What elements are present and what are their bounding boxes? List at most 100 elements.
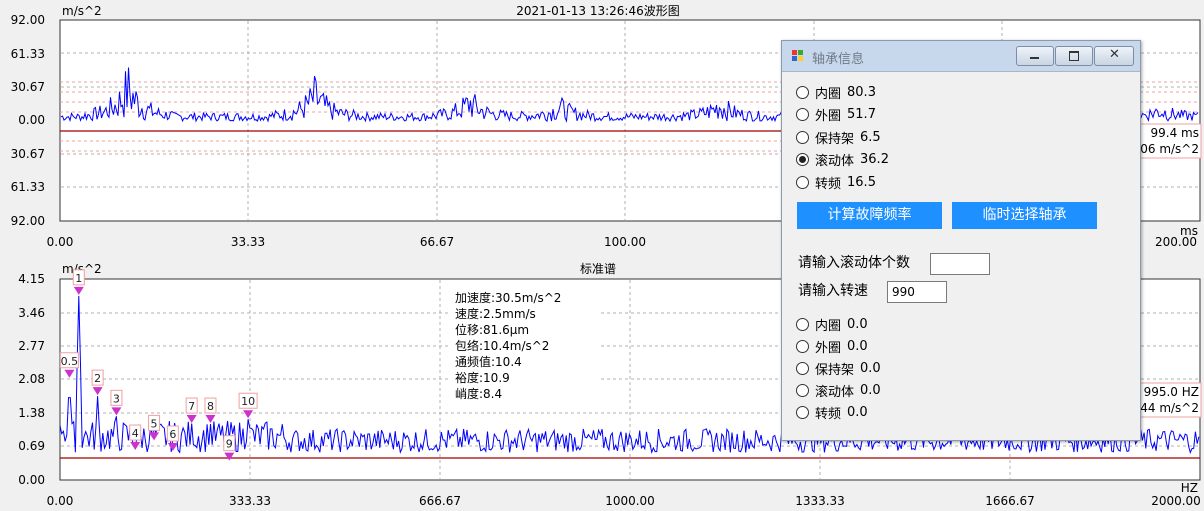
- waveform-y-unit: m/s^2: [62, 4, 102, 18]
- radio-label: 保持架: [815, 131, 855, 147]
- waveform-xtick-label: 100.00: [604, 235, 646, 249]
- harmonic-marker-label: 8: [207, 400, 214, 413]
- spectrum-cursor-value: 44 m/s^2: [1140, 401, 1199, 415]
- speed-input[interactable]: [887, 281, 947, 303]
- radio-rolling-element[interactable]: 滚动体 36.2: [796, 150, 889, 169]
- radio-label: 滚动体: [815, 384, 855, 400]
- calc-fault-freq-button[interactable]: 计算故障频率: [797, 202, 942, 229]
- waveform-xtick-label: 0.00: [47, 235, 74, 249]
- waveform-ytick-label: 0.00: [18, 113, 45, 127]
- dialog-title: 轴承信息: [812, 52, 865, 67]
- harmonic-marker-label: 1: [75, 272, 82, 285]
- temp-radio-rolling-element[interactable]: 滚动体 0.0: [796, 381, 881, 400]
- spectrum-ytick-label: 2.77: [18, 339, 45, 353]
- waveform-ytick-label: 61.33: [11, 180, 45, 194]
- temp-radio-inner-ring[interactable]: 内圈 0.0: [796, 315, 868, 334]
- minimize-icon: [1030, 57, 1039, 59]
- waveform-cursor-time: 99.4 ms: [1151, 126, 1199, 140]
- temp-radio-cage[interactable]: 保持架 0.0: [796, 359, 881, 378]
- radio-label: 转频: [815, 176, 842, 192]
- stat-displacement: 位移:81.6μm: [455, 322, 529, 337]
- maximize-icon: [1069, 51, 1079, 61]
- select-bearing-button[interactable]: 临时选择轴承: [952, 202, 1097, 229]
- app-icon: [792, 50, 804, 62]
- radio-circle[interactable]: [796, 175, 809, 189]
- radio-value: 16.5: [847, 174, 876, 190]
- maximize-button[interactable]: [1055, 46, 1093, 66]
- harmonic-marker-label: 9: [226, 438, 233, 451]
- spectrum-x-unit: HZ: [1181, 481, 1198, 495]
- waveform-xtick-label: 66.67: [420, 235, 454, 249]
- radio-value: 51.7: [847, 106, 876, 122]
- spectrum-ytick-label: 0.69: [18, 439, 45, 453]
- bearing-info-dialog[interactable]: 轴承信息 ✕ 内圈 80.3 外圈 51.7 保持架 6.5 滚动体 36.2 …: [781, 40, 1141, 441]
- radio-value: 0.0: [847, 338, 868, 354]
- rolling-count-input[interactable]: [930, 253, 990, 275]
- radio-label: 外圈: [815, 340, 842, 356]
- radio-circle[interactable]: [796, 130, 809, 144]
- radio-circle[interactable]: [796, 317, 809, 331]
- radio-value: 0.0: [860, 360, 881, 376]
- radio-label: 外圈: [815, 108, 842, 124]
- radio-value: 80.3: [847, 84, 876, 100]
- spectrum-cursor-readout: 995.0 HZ 44 m/s^2: [1138, 382, 1202, 418]
- radio-outer-ring[interactable]: 外圈 51.7: [796, 105, 876, 124]
- waveform-ytick-label: 92.00: [11, 214, 45, 228]
- radio-circle[interactable]: [796, 383, 809, 397]
- spectrum-ytick-label: 3.46: [18, 306, 45, 320]
- dialog-titlebar[interactable]: 轴承信息 ✕: [782, 41, 1140, 72]
- spectrum-ytick-label: 0.00: [18, 473, 45, 487]
- stat-margin: 裕度:10.9: [455, 370, 510, 385]
- waveform-xtick-label: 33.33: [231, 235, 265, 249]
- radio-circle[interactable]: [796, 361, 809, 375]
- radio-rotation-freq[interactable]: 转频 16.5: [796, 173, 876, 192]
- harmonic-marker-label: 2: [94, 372, 101, 385]
- close-button[interactable]: ✕: [1094, 46, 1134, 66]
- harmonic-marker-label: 0.5: [61, 355, 79, 368]
- waveform-cursor-readout: 99.4 ms 06 m/s^2: [1138, 123, 1202, 159]
- radio-label: 转频: [815, 406, 842, 422]
- harmonic-marker-label: 7: [188, 400, 195, 413]
- radio-cage[interactable]: 保持架 6.5: [796, 128, 881, 147]
- spectrum-ytick-label: 2.08: [18, 372, 45, 386]
- close-icon: ✕: [1109, 47, 1120, 62]
- spectrum-xtick-label: 1000.00: [605, 494, 655, 508]
- spectrum-stats-box: 加速度:30.5m/s^2 速度:2.5mm/s 位移:81.6μm 包络:10…: [451, 287, 599, 401]
- radio-circle[interactable]: [796, 85, 809, 99]
- harmonic-marker-label: 10: [241, 395, 255, 408]
- harmonic-marker-label: 3: [113, 392, 120, 405]
- radio-circle[interactable]: [796, 405, 809, 419]
- stat-acceleration: 加速度:30.5m/s^2: [455, 290, 561, 305]
- waveform-title: 2021-01-13 13:26:46波形图: [516, 4, 679, 18]
- radio-circle[interactable]: [796, 107, 809, 121]
- waveform-cursor-value: 06 m/s^2: [1140, 142, 1199, 156]
- spectrum-xtick-label: 1666.67: [985, 494, 1035, 508]
- spectrum-xtick-label: 0.00: [47, 494, 74, 508]
- harmonic-marker-label: 5: [151, 417, 158, 430]
- temp-radio-rotation-freq[interactable]: 转频 0.0: [796, 403, 868, 422]
- temp-radio-outer-ring[interactable]: 外圈 0.0: [796, 337, 868, 356]
- waveform-ytick-label: 61.33: [11, 47, 45, 61]
- stat-overall: 通频值:10.4: [455, 354, 522, 369]
- radio-value: 6.5: [860, 129, 881, 145]
- radio-label: 滚动体: [815, 153, 855, 169]
- radio-circle[interactable]: [796, 339, 809, 353]
- radio-value: 0.0: [847, 404, 868, 420]
- radio-value: 0.0: [860, 382, 881, 398]
- radio-label: 内圈: [815, 318, 842, 334]
- radio-value: 36.2: [860, 151, 889, 167]
- radio-circle-selected[interactable]: [796, 152, 809, 166]
- waveform-ytick-label: 30.67: [11, 147, 45, 161]
- spectrum-xtick-label: 1333.33: [795, 494, 845, 508]
- spectrum-ytick-label: 1.38: [18, 406, 45, 420]
- stat-kurtosis: 峭度:8.4: [455, 386, 502, 401]
- speed-label: 请输入转速: [798, 283, 868, 299]
- waveform-xtick-label: 200.00: [1155, 235, 1197, 249]
- radio-inner-ring[interactable]: 内圈 80.3: [796, 83, 876, 102]
- waveform-ytick-label: 30.67: [11, 80, 45, 94]
- radio-value: 0.0: [847, 316, 868, 332]
- rolling-count-label: 请输入滚动体个数: [798, 255, 910, 271]
- spectrum-xtick-label: 2000.00: [1151, 494, 1201, 508]
- spectrum-xtick-label: 666.67: [419, 494, 461, 508]
- minimize-button[interactable]: [1016, 46, 1054, 66]
